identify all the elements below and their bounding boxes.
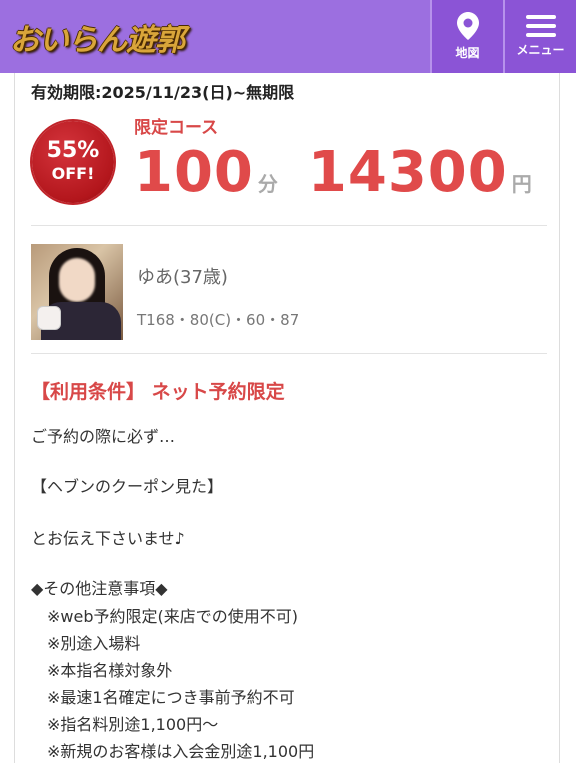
girl-photo[interactable] — [31, 244, 123, 340]
menu-label: メニュー — [516, 43, 565, 57]
course-duration: 100 — [134, 140, 254, 205]
coupon-card: 有効期限:2025/11/23(日)~無期限 55% OFF! 限定コース 10… — [14, 73, 560, 763]
price-row: 100 分 14300 円 — [134, 145, 532, 201]
site-header: おいらん遊郭 地図 メニュー — [0, 0, 576, 73]
course-name: 限定コース — [134, 118, 219, 138]
discount-percent: 55% — [46, 138, 100, 164]
site-logo: おいらん遊郭 — [10, 22, 185, 58]
girl-measurements: T168・80(C)・60・87 — [137, 311, 300, 329]
condition-line: ※最速1名確定につき事前予約不可 — [31, 688, 295, 707]
conditions-title: 【利用条件】 ネット予約限定 — [31, 381, 285, 403]
girl-name-link[interactable]: ゆあ(37歳) — [137, 263, 228, 289]
divider — [31, 353, 547, 354]
condition-line: ※新規のお客様は入会金別途1,100円 — [31, 742, 315, 761]
course-price: 14300 — [307, 140, 508, 205]
map-button[interactable]: 地図 — [430, 0, 503, 73]
menu-button[interactable]: メニュー — [503, 0, 576, 73]
hamburger-icon — [525, 15, 556, 37]
price-unit: 円 — [511, 172, 532, 196]
condition-line: ※別途入場料 — [31, 634, 141, 653]
discount-badge: 55% OFF! — [32, 121, 114, 203]
discount-off-label: OFF! — [51, 164, 95, 184]
logo-link[interactable]: おいらん遊郭 — [0, 0, 430, 73]
validity-period: 有効期限:2025/11/23(日)~無期限 — [31, 83, 295, 102]
condition-line: ご予約の際に必ず… — [31, 427, 176, 446]
condition-line: ◆その他注意事項◆ — [31, 579, 168, 598]
map-label: 地図 — [455, 46, 480, 60]
divider — [31, 225, 547, 226]
condition-line: とお伝え下さいませ♪ — [31, 529, 185, 548]
map-pin-icon — [456, 12, 479, 40]
condition-line: ※web予約限定(来店での使用不可) — [31, 607, 298, 626]
condition-line: ※本指名様対象外 — [31, 661, 173, 680]
duration-unit: 分 — [257, 172, 278, 196]
condition-line: 【ヘブンのクーポン見た】 — [31, 477, 224, 496]
condition-line: ※指名料別途1,100円〜 — [31, 715, 219, 734]
